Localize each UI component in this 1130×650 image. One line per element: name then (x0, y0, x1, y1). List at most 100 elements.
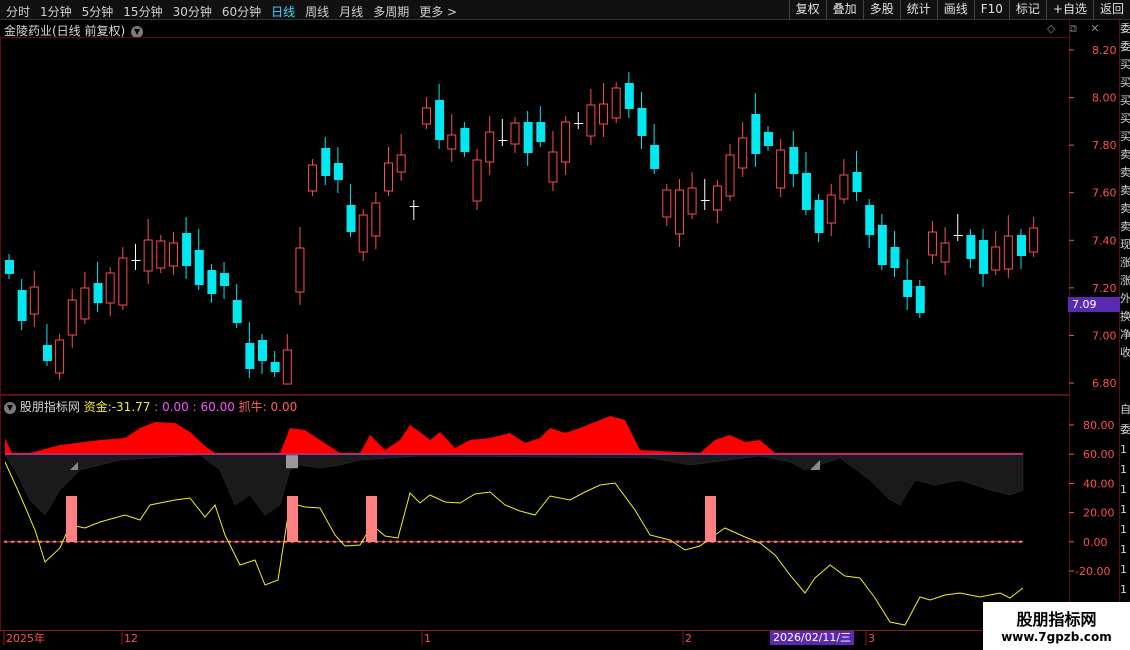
tool-button-6[interactable]: 标记 (1008, 0, 1046, 20)
zijin-label: 资金: (83, 400, 112, 414)
gray-marker-1 (286, 455, 298, 469)
period-tab-4[interactable]: 30分钟 (173, 3, 212, 20)
candle-body-66 (839, 174, 849, 200)
period-tab-5[interactable]: 60分钟 (222, 3, 261, 20)
candle-body-28 (358, 214, 368, 253)
period-tab-3[interactable]: 15分钟 (123, 3, 162, 20)
zijin-value: -31.77 (111, 400, 151, 414)
candle-body-77 (979, 240, 989, 274)
candle-body-73 (927, 231, 937, 256)
x-label-0: 2025年 (6, 631, 45, 645)
period-tab-1[interactable]: 1分钟 (40, 3, 72, 20)
main-y-label-6: 7.00 (1092, 329, 1117, 342)
candle-body-16 (207, 270, 217, 294)
chart-canvas[interactable]: 8.20 8.00 7.80 7.60 7.40 7.20 7.00 6.80 80.00 60… (0, 0, 1130, 650)
period-tab-9[interactable]: 多周期 (373, 3, 409, 20)
candle-body-35 (447, 134, 457, 150)
zhuaniu-value: 0.00 (270, 400, 298, 414)
main-y-label-0: 8.20 (1092, 44, 1117, 57)
candle-body-53 (674, 189, 684, 235)
main-y-label-2: 7.80 (1092, 139, 1117, 152)
candle-body-5 (67, 299, 77, 336)
candle-body-27 (346, 205, 356, 232)
tool-button-2[interactable]: 多股 (862, 0, 900, 20)
ind-y-label-2: 40.00 (1083, 477, 1115, 490)
ind-y-label-4: 0.00 (1083, 536, 1108, 549)
main-y-label-3: 7.60 (1092, 187, 1117, 200)
restore-icon[interactable]: ⧉ (1069, 22, 1077, 35)
main-y-label-1: 8.00 (1092, 92, 1117, 105)
indicator-strip-row-2: 1 (1120, 443, 1127, 456)
indicator-name: 股朋指标网 (19, 400, 80, 414)
period-tab-10[interactable]: 更多 > (419, 3, 457, 20)
quote-row-10: 卖 (1120, 202, 1130, 215)
candle-body-26 (333, 163, 343, 180)
period-tab-7[interactable]: 周线 (305, 3, 329, 20)
period-tab-2[interactable]: 5分钟 (82, 3, 114, 20)
close-icon[interactable]: ✕ (1090, 22, 1099, 35)
x-label-3: 2 (685, 632, 692, 645)
tool-button-3[interactable]: 统计 (899, 0, 937, 20)
candle-body-0 (5, 260, 14, 274)
chevron-down-icon[interactable]: ▼ (4, 401, 16, 414)
quote-row-6: 买 (1120, 130, 1130, 143)
tool-button-1[interactable]: 叠加 (825, 0, 863, 20)
quote-row-1: 委 (1120, 40, 1130, 53)
tool-button-5[interactable]: F10 (973, 0, 1009, 20)
stock-title: 金陵药业(日线 前复权) (4, 24, 126, 38)
tool-button-0[interactable]: 复权 (788, 0, 826, 20)
candle-body-49 (624, 83, 634, 109)
cursor-date-tag: 2026/02/11/三 (770, 631, 855, 645)
watermark-url: www.7gpzb.com (1001, 630, 1112, 644)
quote-row-4: 买 (1120, 94, 1130, 107)
main-y-label-5: 7.20 (1092, 282, 1117, 295)
line-values: : 0.00 : 60.00 (154, 400, 235, 414)
candle-body-37 (472, 159, 482, 202)
indicator-header: ▼ 股朋指标网 资金:-31.77 : 0.00 : 60.00 抓牛: 0.0… (2, 398, 297, 415)
indicator-y-axis: 80.00 60.00 40.00 20.00 0.00 -20.00 (1069, 419, 1115, 578)
quote-row-2: 买 (1120, 58, 1130, 71)
chart-title[interactable]: 金陵药业(日线 前复权) ▼ (4, 22, 144, 39)
candle-body-9 (118, 257, 128, 306)
gray-marker-3 (810, 460, 820, 470)
indicator-strip-row-8: 1 (1120, 563, 1127, 576)
indicator-strip-row-4: 1 (1120, 483, 1127, 496)
candle-body-13 (168, 242, 178, 267)
candle-body-2 (29, 286, 39, 315)
period-tab-6[interactable]: 日线 (271, 3, 295, 20)
candle-body-43 (548, 151, 558, 183)
period-tab-0[interactable]: 分时 (6, 3, 30, 20)
candle-body-11 (143, 239, 153, 272)
candle-body-32 (409, 206, 419, 207)
x-axis: 2025年 12 1 2 3 (3, 630, 875, 645)
candle-body-10 (131, 260, 141, 261)
tool-button-4[interactable]: 画线 (936, 0, 974, 20)
negative-money-area (4, 453, 1024, 516)
candle-body-54 (687, 187, 697, 215)
chevron-down-icon[interactable]: ▼ (131, 25, 144, 38)
quote-row-12: 现 (1120, 238, 1130, 251)
indicator-panel-frame (0, 395, 1070, 631)
ind-y-label-3: 20.00 (1083, 507, 1115, 520)
candle-body-30 (384, 162, 393, 192)
candle-body-47 (599, 103, 609, 125)
candle-body-6 (80, 287, 90, 320)
period-tab-8[interactable]: 月线 (339, 3, 363, 20)
candle-body-31 (396, 154, 406, 173)
candle-body-63 (801, 173, 811, 210)
candle-body-17 (220, 273, 230, 286)
watermark-title: 股朋指标网 (1016, 610, 1097, 629)
diamond-icon[interactable]: ◇ (1047, 22, 1055, 35)
indicator-strip-row-1: 委 (1120, 423, 1130, 436)
zhuaniu-label: 抓牛: (238, 400, 267, 414)
candle-body-8 (105, 272, 115, 304)
tool-button-7[interactable]: +自选 (1045, 0, 1093, 20)
right-tool-buttons: 复权 叠加 多股 统计 画线 F10 标记 +自选 返回 (788, 0, 1130, 20)
quote-row-7: 卖 (1120, 148, 1130, 161)
candle-body-3 (42, 345, 52, 361)
ind-y-label-0: 80.00 (1083, 419, 1115, 432)
tool-button-8[interactable]: 返回 (1092, 0, 1130, 20)
candle-body-79 (1003, 235, 1013, 270)
candle-body-55 (700, 200, 710, 201)
candle-body-7 (93, 283, 103, 303)
